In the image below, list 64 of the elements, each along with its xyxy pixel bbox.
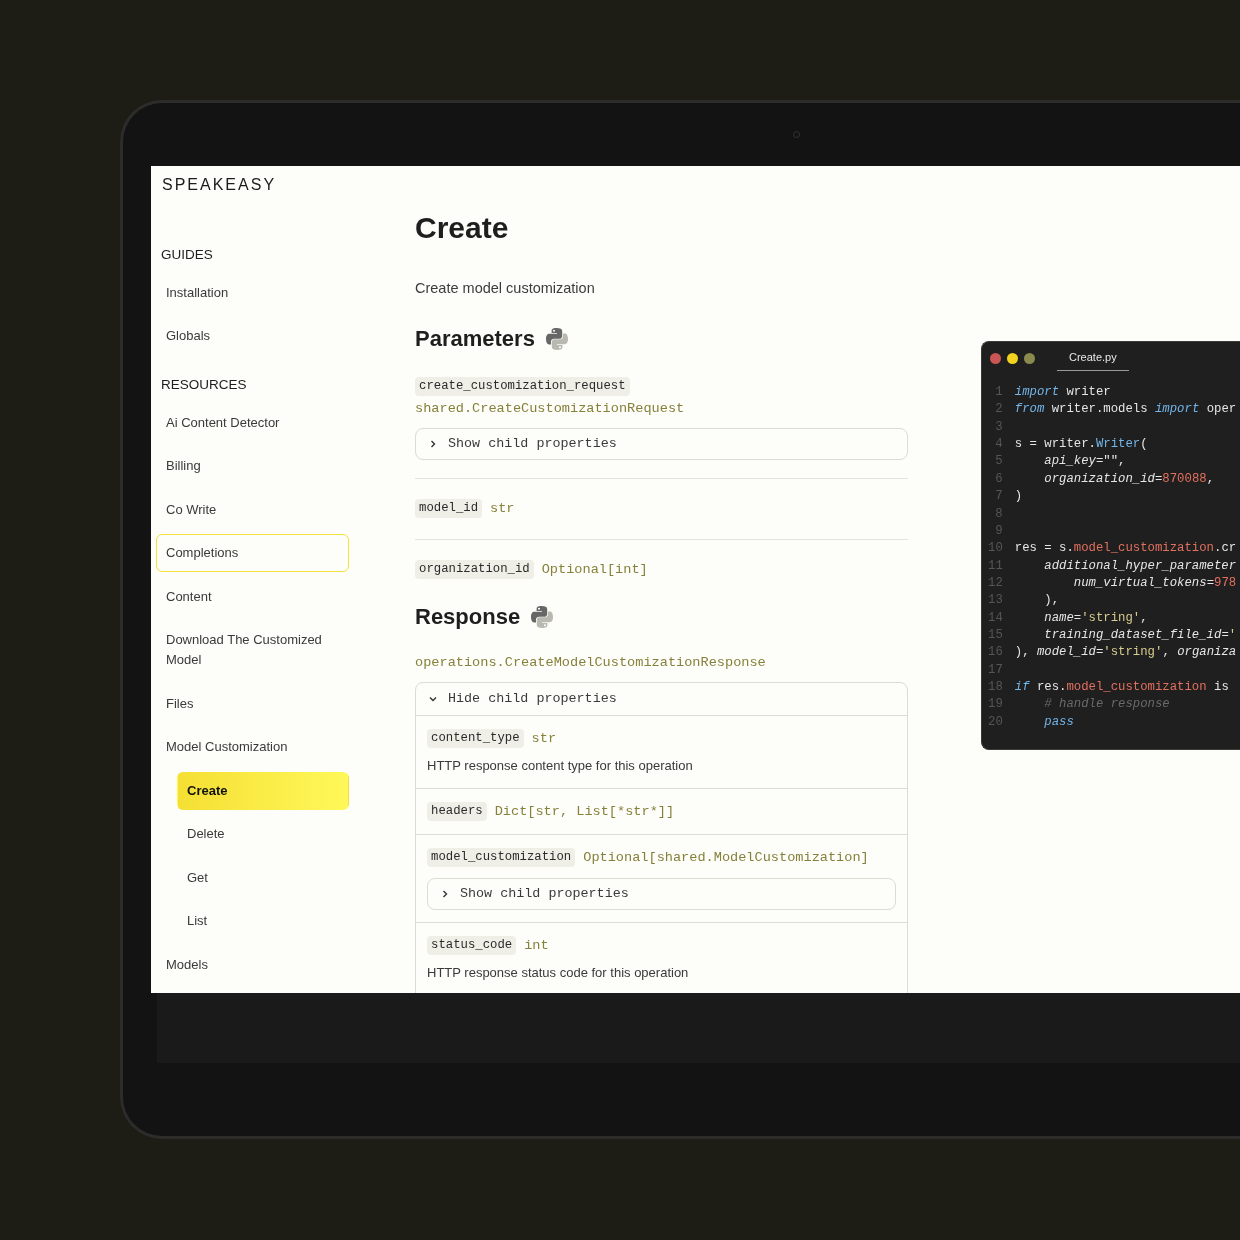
section-heading: GUIDES (160, 246, 213, 264)
response-type: operations.CreateModelCustomizationResponse (415, 653, 766, 672)
file-tab[interactable]: Create.py (1057, 345, 1129, 371)
logo: SPEAKEASY (161, 176, 277, 194)
show-properties-toggle[interactable]: Show child properties (427, 877, 896, 910)
code-line: name='string', (1043, 609, 1148, 627)
python-icon (530, 604, 555, 629)
sidebar-item[interactable]: Model Customization (156, 728, 349, 766)
window-close-button[interactable] (990, 352, 1001, 364)
sidebar-item[interactable]: Billing (156, 447, 349, 485)
code-line: res = s.model_customization.cr (1014, 540, 1237, 558)
field-description: HTTP response content type for this operation (427, 756, 693, 775)
code-line: # handle response (1043, 696, 1170, 714)
section-heading: Parameters (415, 325, 535, 353)
section-heading: RESOURCES (160, 376, 247, 394)
field-name: content_type (427, 729, 524, 748)
code-line: api_key="", (1043, 453, 1126, 471)
sidebar-item[interactable]: Globals (156, 317, 349, 355)
window-minimize-button[interactable] (1007, 352, 1018, 364)
code-line: import writer (1014, 384, 1111, 401)
window-zoom-button[interactable] (1024, 352, 1035, 364)
sidebar-item[interactable]: Download The Customized Model (156, 621, 349, 679)
sidebar-item[interactable]: Files (156, 684, 349, 723)
code-line: ), (1043, 592, 1060, 610)
field-type: Optional[shared.ModelCustomization] (583, 848, 869, 867)
code-line: training_dataset_file_id=' (1043, 627, 1237, 645)
sidebar-item[interactable]: Installation (156, 273, 349, 312)
sidebar-item[interactable]: Models (156, 945, 349, 984)
sidebar-item[interactable]: Co Write (156, 490, 349, 529)
field-type: int (524, 936, 549, 955)
sidebar-item[interactable]: Ai Content Detector (156, 403, 349, 442)
field-name: status_code (427, 936, 517, 955)
field-type: str (531, 729, 557, 748)
code-line: s = writer.Writer( (1014, 436, 1148, 454)
code-line: additional_hyper_parameter (1043, 557, 1237, 575)
code-line: from writer.models import oper (1014, 401, 1237, 419)
page-title: Create (415, 210, 509, 246)
python-icon (544, 327, 569, 351)
sidebar-item[interactable]: Completions (156, 534, 349, 572)
parameter-type: Optional[int] (541, 560, 648, 579)
hide-properties-toggle[interactable]: Hide child properties (416, 682, 907, 716)
code-line: if res.model_customization is (1014, 679, 1229, 697)
section-heading: Response (415, 602, 521, 631)
field-type: Dict[str, List[*str*]] (494, 802, 675, 821)
field-description: HTTP response status code for this operation (427, 963, 689, 982)
code-line: ) (1014, 488, 1023, 506)
parameter-type: shared.CreateCustomizationRequest (415, 399, 686, 418)
sidebar-item[interactable]: List (177, 902, 349, 940)
sidebar-item[interactable]: Create (177, 771, 349, 810)
parameter-name: organization_id (415, 560, 534, 579)
sidebar-item[interactable]: Content (156, 577, 349, 616)
show-properties-toggle[interactable]: Show child properties (415, 427, 908, 460)
parameter-name: model_id (415, 499, 483, 518)
code-line: pass (1043, 713, 1074, 731)
page-description: Create model customization (415, 279, 595, 298)
code-line: ), model_id='string', organiza (1014, 644, 1237, 662)
sidebar-item[interactable]: Get (177, 858, 349, 897)
parameter-name: create_customization_request (415, 377, 630, 396)
sidebar-item[interactable]: Delete (177, 815, 349, 853)
code-line: num_virtual_tokens=978 (1072, 574, 1237, 592)
field-name: headers (427, 802, 487, 821)
code-line: organization_id=870088, (1043, 470, 1215, 488)
parameter-type: str (490, 499, 515, 518)
field-name: model_customization (427, 848, 576, 867)
